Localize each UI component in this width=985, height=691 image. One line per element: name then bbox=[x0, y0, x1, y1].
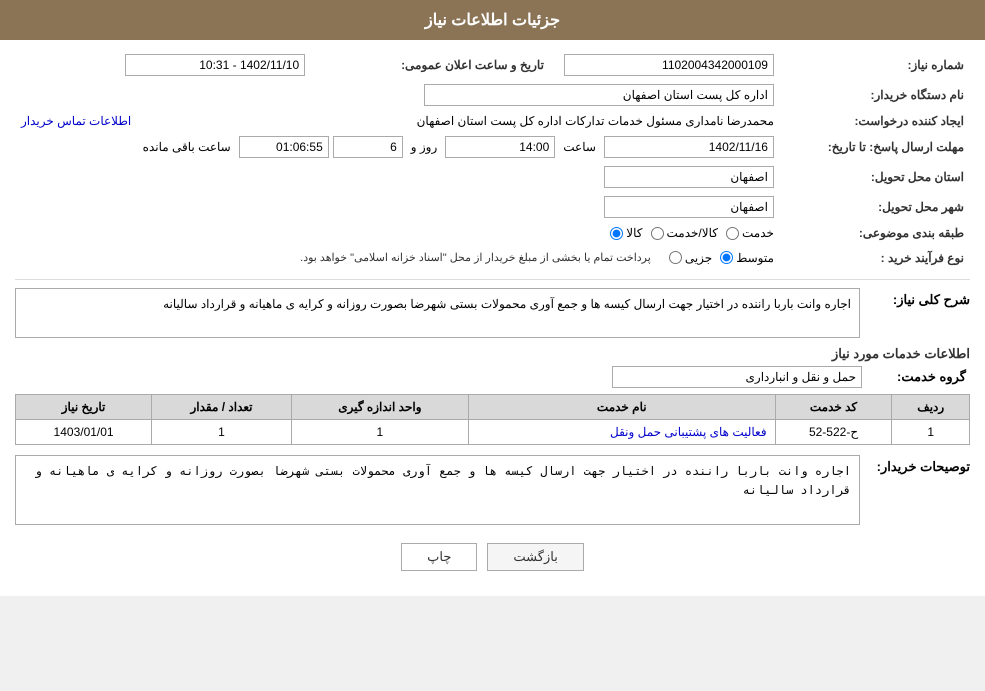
row-unit: 1 bbox=[291, 420, 468, 445]
description-label: شرح کلی نیاز: bbox=[870, 288, 970, 308]
province-input[interactable] bbox=[604, 166, 774, 188]
col-header-name: نام خدمت bbox=[468, 395, 775, 420]
category-option-goods[interactable]: کالا bbox=[610, 226, 642, 240]
category-label: طبقه بندی موضوعی: bbox=[780, 222, 970, 244]
announce-date-input[interactable] bbox=[125, 54, 305, 76]
back-button[interactable]: بازگشت bbox=[487, 543, 583, 571]
province-label: استان محل تحویل: bbox=[780, 162, 970, 192]
request-number-label: شماره نیاز: bbox=[780, 50, 970, 80]
procurement-label: نوع فرآیند خرید : bbox=[780, 244, 970, 271]
col-header-date: تاریخ نیاز bbox=[16, 395, 152, 420]
deadline-remaining-input[interactable] bbox=[239, 136, 329, 158]
row-date: 1403/01/01 bbox=[16, 420, 152, 445]
service-group-label: گروه خدمت: bbox=[870, 366, 970, 388]
page-title: جزئیات اطلاعات نیاز bbox=[425, 12, 560, 29]
city-input[interactable] bbox=[604, 196, 774, 218]
deadline-date-input[interactable] bbox=[604, 136, 774, 158]
procurement-note: پرداخت تمام یا بخشی از مبلغ خریدار از مح… bbox=[300, 248, 651, 267]
deadline-days-label: روز و bbox=[411, 140, 438, 154]
buyer-notes-textarea[interactable] bbox=[15, 455, 860, 525]
creator-label: ایجاد کننده درخواست: bbox=[780, 110, 970, 132]
row-qty: 1 bbox=[152, 420, 292, 445]
city-label: شهر محل تحویل: bbox=[780, 192, 970, 222]
announce-date-label: تاریخ و ساعت اعلان عمومی: bbox=[311, 50, 550, 80]
row-code: ح-522-52 bbox=[775, 420, 892, 445]
col-header-code: کد خدمت bbox=[775, 395, 892, 420]
category-option-goods-service[interactable]: کالا/خدمت bbox=[651, 226, 718, 240]
creator-contact-link[interactable]: اطلاعات تماس خریدار bbox=[21, 114, 131, 128]
description-value: اجاره وانت باربا راننده در اختیار جهت ار… bbox=[15, 288, 860, 338]
services-section-label: اطلاعات خدمات مورد نیاز bbox=[15, 346, 970, 362]
deadline-remaining-label: ساعت باقی مانده bbox=[143, 140, 231, 154]
request-number-input[interactable] bbox=[564, 54, 774, 76]
col-header-qty: تعداد / مقدار bbox=[152, 395, 292, 420]
deadline-days-input[interactable] bbox=[333, 136, 403, 158]
category-option-service[interactable]: خدمت bbox=[726, 226, 774, 240]
col-header-unit: واحد اندازه گیری bbox=[291, 395, 468, 420]
buyer-org-label: نام دستگاه خریدار: bbox=[780, 80, 970, 110]
services-table: ردیف کد خدمت نام خدمت واحد اندازه گیری ت… bbox=[15, 394, 970, 445]
row-name[interactable]: فعالیت های پشتیبانی حمل ونقل bbox=[468, 420, 775, 445]
table-row: 1 ح-522-52 فعالیت های پشتیبانی حمل ونقل … bbox=[16, 420, 970, 445]
deadline-time-label: ساعت bbox=[563, 140, 596, 154]
deadline-time-input[interactable] bbox=[445, 136, 555, 158]
row-number: 1 bbox=[892, 420, 970, 445]
procurement-option-medium[interactable]: متوسط bbox=[720, 251, 774, 265]
procurement-option-minor[interactable]: جزیی bbox=[669, 251, 712, 265]
service-group-input[interactable] bbox=[612, 366, 862, 388]
buyer-notes-label: توصیحات خریدار: bbox=[870, 455, 970, 475]
creator-value: محمدرضا نامداری مسئول خدمات تدارکات ادار… bbox=[417, 114, 774, 128]
page-header: جزئیات اطلاعات نیاز bbox=[0, 0, 985, 40]
buyer-org-input[interactable] bbox=[424, 84, 774, 106]
deadline-label: مهلت ارسال پاسخ: تا تاریخ: bbox=[780, 132, 970, 162]
col-header-row: ردیف bbox=[892, 395, 970, 420]
print-button[interactable]: چاپ bbox=[401, 543, 477, 571]
